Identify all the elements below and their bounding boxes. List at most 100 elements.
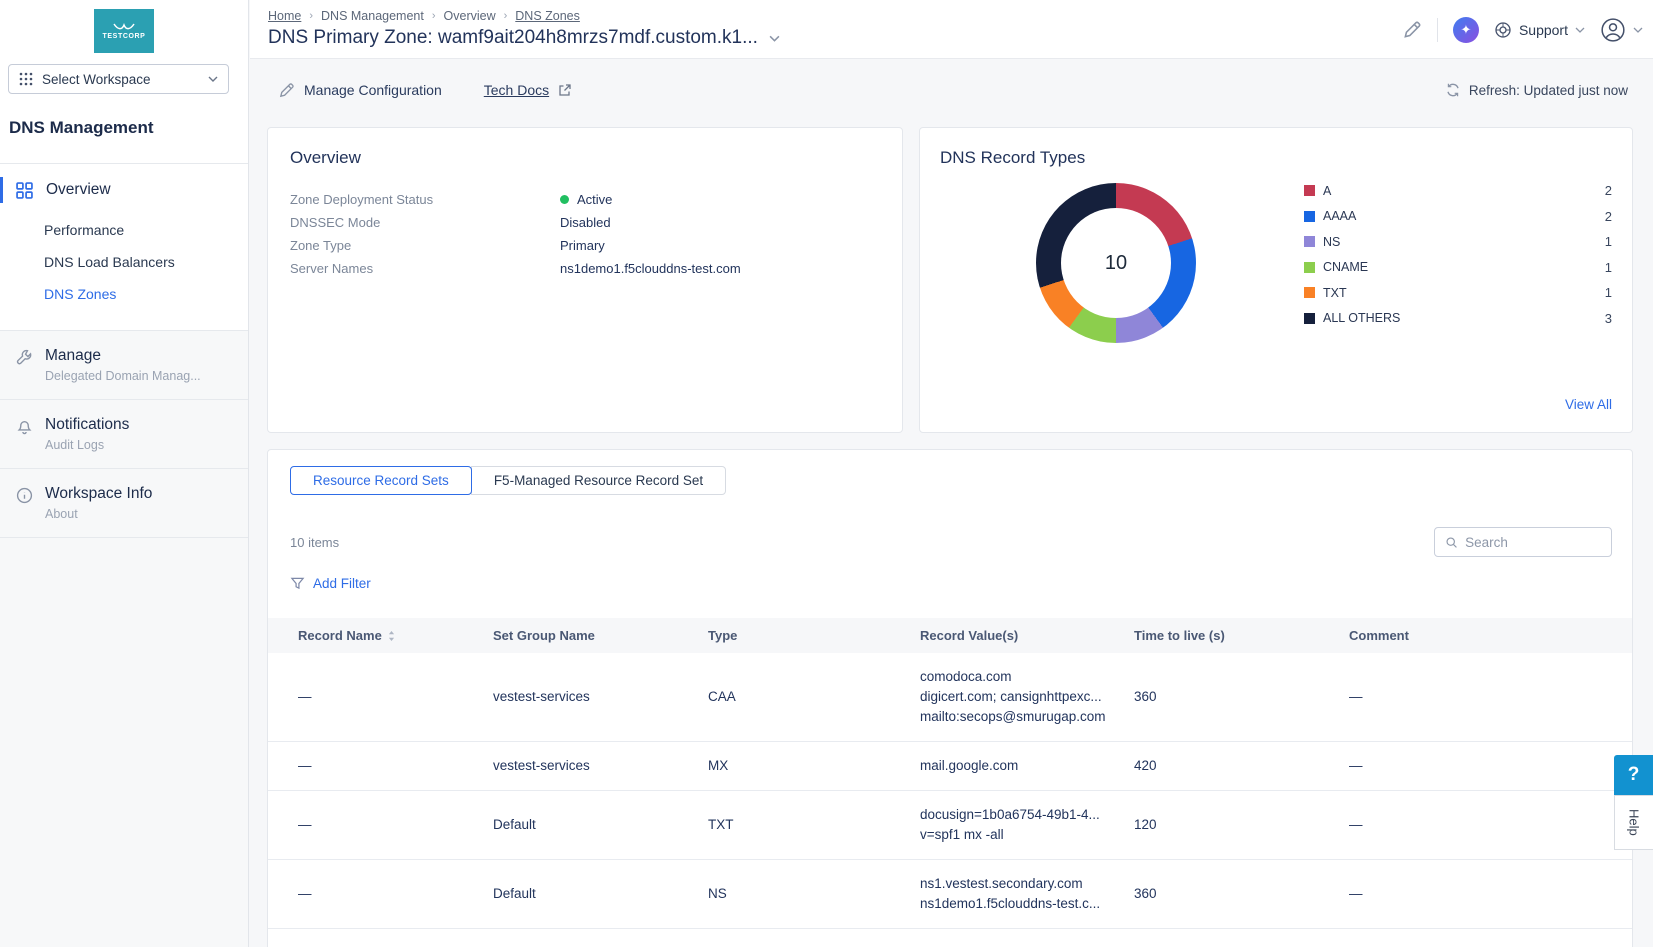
overview-row-value: Active — [577, 192, 612, 207]
cell-set-group-name: Default — [493, 943, 708, 947]
sidebar-item-overview[interactable]: Overview — [0, 172, 248, 208]
record-tabs: Resource Record Sets F5-Managed Resource… — [290, 466, 726, 495]
legend-count: 1 — [1605, 234, 1612, 249]
record-value: comodoca.com — [920, 667, 1120, 687]
cell-comment: — — [1349, 884, 1612, 904]
cell-type: TXT — [708, 815, 920, 835]
status-dot-active — [560, 195, 569, 204]
table-row[interactable]: —DefaultAAAA1111:1111...360— — [268, 929, 1632, 947]
cell-record-name: — — [298, 756, 493, 776]
refresh-icon — [1445, 82, 1461, 98]
cell-set-group-name: vestest-services — [493, 687, 708, 707]
ai-assistant-icon[interactable]: ✦ — [1453, 17, 1479, 43]
table-row[interactable]: —vestest-servicesCAAcomodoca.comdigicert… — [268, 653, 1632, 742]
divider — [0, 163, 248, 164]
wrench-icon — [16, 349, 33, 366]
cell-comment: — — [1349, 943, 1612, 947]
breadcrumb-item: Overview — [444, 9, 496, 23]
overview-card: Overview Zone Deployment Status Active D… — [267, 127, 903, 433]
sidebar-item-manage[interactable]: Manage Delegated Domain Manag... — [0, 331, 248, 400]
sort-icon[interactable] — [387, 630, 396, 642]
sidebar-section-sublabel: Audit Logs — [45, 438, 232, 452]
legend-label: CNAME — [1323, 260, 1368, 274]
overview-grid-icon — [16, 182, 33, 199]
breadcrumb-item[interactable]: Home — [268, 9, 301, 23]
sidebar-item-notifications[interactable]: Notifications Audit Logs — [0, 400, 248, 469]
overview-row-value: ns1demo1.f5clouddns-test.com — [560, 261, 741, 276]
search-input[interactable] — [1465, 535, 1601, 550]
cell-ttl: 360 — [1134, 884, 1349, 904]
sidebar-sections: Manage Delegated Domain Manag... Notific… — [0, 330, 248, 538]
record-table-body: —vestest-servicesCAAcomodoca.comdigicert… — [268, 653, 1632, 947]
title-chevron-down-icon[interactable] — [769, 35, 780, 42]
cell-record-name: — — [298, 943, 493, 947]
user-icon — [1600, 17, 1626, 43]
sidebar-section-label: Workspace Info — [45, 485, 232, 503]
sidebar-section-label: Manage — [45, 347, 232, 365]
sidebar-item-dns-load-balancers[interactable]: DNS Load Balancers — [0, 246, 248, 278]
legend-item: AAAA2 — [1304, 210, 1612, 223]
table-header: Record Name Set Group Name Type Record V… — [268, 618, 1632, 653]
legend-count: 2 — [1605, 209, 1612, 224]
add-filter-button[interactable]: Add Filter — [290, 576, 371, 591]
active-indicator — [0, 177, 3, 203]
table-row[interactable]: —DefaultTXTdocusign=1b0a6754-49b1-4...v=… — [268, 791, 1632, 860]
logo-text: TESTCORP — [103, 33, 146, 40]
info-icon — [16, 487, 33, 504]
sidebar-item-performance[interactable]: Performance — [0, 214, 248, 246]
cell-ttl: 360 — [1134, 687, 1349, 707]
breadcrumb-item[interactable]: DNS Zones — [515, 9, 580, 23]
help-question-button[interactable]: ? — [1614, 755, 1653, 795]
tab-f5-managed-resource-record-set[interactable]: F5-Managed Resource Record Set — [471, 466, 726, 495]
overview-row: Zone Deployment Status Active — [290, 188, 880, 211]
grid-icon — [19, 72, 33, 86]
tab-resource-record-sets[interactable]: Resource Record Sets — [290, 466, 472, 495]
table-row[interactable]: —DefaultNSns1.vestest.secondary.comns1de… — [268, 860, 1632, 929]
theme-brush-icon[interactable] — [1402, 20, 1422, 40]
legend-label: ALL OTHERS — [1323, 311, 1400, 325]
cell-set-group-name: vestest-services — [493, 756, 708, 776]
cell-type: NS — [708, 884, 920, 904]
column-record-name[interactable]: Record Name — [298, 628, 493, 643]
column-set-group-name: Set Group Name — [493, 628, 708, 643]
overview-subnav: PerformanceDNS Load BalancersDNS Zones — [0, 208, 248, 310]
view-all-link[interactable]: View All — [1565, 397, 1612, 412]
record-value: mailto:secops@smurugap.com — [920, 707, 1120, 727]
cell-ttl: 120 — [1134, 815, 1349, 835]
overview-row: Zone Type Primary — [290, 234, 880, 257]
legend-count: 2 — [1605, 183, 1612, 198]
account-menu[interactable] — [1600, 17, 1643, 43]
resource-records-panel: Resource Record Sets F5-Managed Resource… — [267, 449, 1633, 947]
record-value: 1111:1111... — [920, 943, 1120, 947]
record-value: v=spf1 mx -all — [920, 825, 1120, 845]
cell-set-group-name: Default — [493, 815, 708, 835]
help-tab[interactable]: Help — [1614, 795, 1653, 850]
cell-record-name: — — [298, 687, 493, 707]
refresh-label: Refresh: Updated just now — [1469, 83, 1628, 98]
tech-docs-label: Tech Docs — [484, 82, 549, 98]
workspace-selector[interactable]: Select Workspace — [8, 64, 229, 94]
sidebar-item-dns-zones[interactable]: DNS Zones — [0, 278, 248, 310]
manage-configuration-label: Manage Configuration — [304, 82, 442, 98]
sidebar: TESTCORP Select Workspace DNS Management… — [0, 0, 249, 947]
cell-type: MX — [708, 756, 920, 776]
sidebar-section-sublabel: Delegated Domain Manag... — [45, 369, 232, 383]
breadcrumb-separator: › — [309, 10, 313, 22]
table-row[interactable]: —vestest-servicesMXmail.google.com420— — [268, 742, 1632, 791]
support-menu[interactable]: Support — [1494, 21, 1585, 39]
help-label: Help — [1627, 809, 1642, 836]
donut-chart: 10 — [1036, 183, 1196, 343]
cell-record-values: docusign=1b0a6754-49b1-4...v=spf1 mx -al… — [920, 805, 1134, 845]
search-box — [1434, 527, 1612, 557]
items-count: 10 items — [290, 535, 339, 550]
refresh-button[interactable]: Refresh: Updated just now — [1445, 82, 1628, 98]
record-value: ns1.vestest.secondary.com — [920, 874, 1120, 894]
funnel-icon — [290, 576, 305, 591]
external-link-icon — [558, 83, 572, 97]
sidebar-item-workspace-info[interactable]: Workspace Info About — [0, 469, 248, 538]
support-lifebuoy-icon — [1494, 21, 1512, 39]
overview-card-title: Overview — [290, 148, 361, 168]
support-label: Support — [1519, 22, 1568, 38]
manage-configuration-button[interactable]: Manage Configuration — [278, 82, 442, 99]
tech-docs-link[interactable]: Tech Docs — [484, 82, 572, 98]
